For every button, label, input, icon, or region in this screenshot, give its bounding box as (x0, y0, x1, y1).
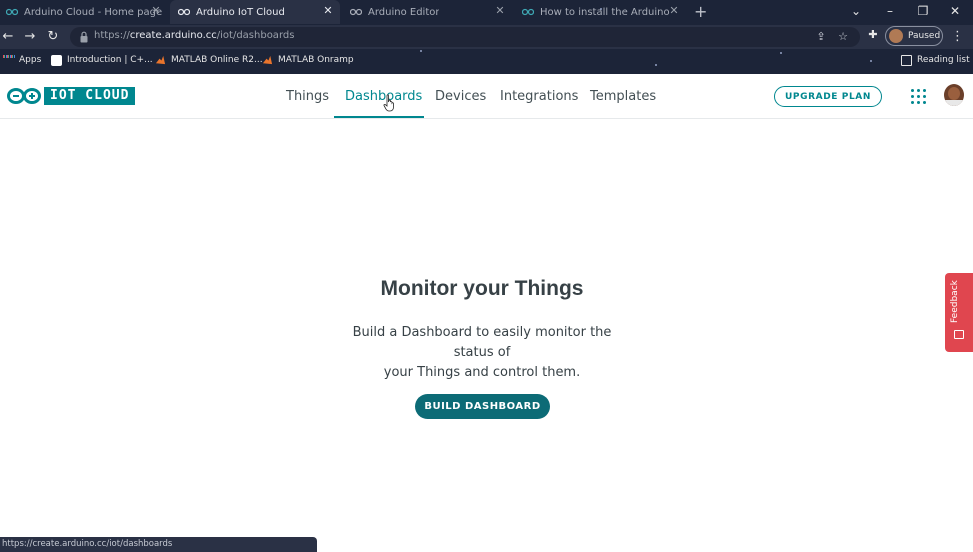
apps-grid-icon (3, 54, 14, 66)
logo-text: IOT CLOUD (44, 87, 136, 105)
bookmark-matlab-onramp[interactable]: MATLAB Onramp (262, 53, 354, 67)
extensions-icon[interactable]: ✚ (866, 28, 880, 42)
address-bar[interactable]: https://create.arduino.cc/iot/dashboards… (70, 27, 860, 47)
bookmark-star-icon[interactable]: ☆ (836, 30, 850, 44)
matlab-icon (262, 55, 273, 64)
restore-icon[interactable]: ❐ (913, 2, 933, 20)
matlab-icon (155, 55, 166, 64)
tab-arduino-iot-cloud[interactable]: Arduino IoT Cloud ✕ (170, 0, 340, 24)
tab-title: How to install the Arduino Creat (540, 6, 670, 18)
status-bar-url: https://create.arduino.cc/iot/dashboards (0, 537, 317, 552)
profile-avatar (889, 29, 903, 43)
upgrade-plan-button[interactable]: UPGRADE PLAN (774, 86, 882, 107)
tab-arduino-install-guide[interactable]: How to install the Arduino Creat ✕ (514, 0, 686, 24)
reading-list-button[interactable]: Reading list (901, 53, 970, 67)
tab-title: Arduino Cloud - Home page (24, 6, 163, 18)
iot-cloud-logo[interactable]: IOT CLOUD (6, 87, 136, 105)
page-title: Monitor your Things (380, 277, 584, 300)
reading-list-icon (901, 54, 912, 66)
close-tab-icon[interactable]: ✕ (494, 5, 506, 17)
nav-integrations[interactable]: Integrations (500, 74, 578, 118)
feedback-icon (954, 330, 964, 339)
share-icon[interactable]: ⇪ (814, 30, 828, 44)
arduino-icon (6, 6, 18, 18)
reload-icon[interactable]: ↻ (45, 29, 61, 45)
feedback-tab[interactable]: Feedback (945, 273, 973, 352)
close-window-icon[interactable]: ✕ (945, 2, 965, 20)
address-bar-row: ← → ↻ https://create.arduino.cc/iot/dash… (0, 25, 973, 49)
url-text: https://create.arduino.cc/iot/dashboards (94, 30, 295, 41)
lock-icon (80, 31, 88, 43)
tab-arduino-editor[interactable]: Arduino Editor ✕ (342, 0, 512, 24)
profile-status: Paused (908, 31, 941, 41)
empty-state-description: Build a Dashboard to easily monitor the … (352, 325, 612, 380)
close-tab-icon[interactable]: ✕ (668, 5, 680, 17)
new-tab-icon[interactable]: + (694, 3, 707, 21)
hand-cursor-icon (383, 94, 394, 112)
arduino-icon (350, 6, 362, 18)
browser-chrome: Arduino Cloud - Home page ✕ Arduino IoT … (0, 0, 973, 74)
bookmark-favicon (51, 54, 62, 66)
tab-strip: Arduino Cloud - Home page ✕ Arduino IoT … (0, 0, 973, 24)
feedback-label: Feedback (950, 280, 960, 323)
bookmark-apps[interactable]: Apps (3, 53, 41, 67)
nav-devices[interactable]: Devices (435, 74, 486, 118)
arduino-icon (178, 6, 190, 18)
tab-title: Arduino Editor (368, 6, 440, 18)
active-tab-indicator (334, 116, 424, 118)
browser-menu-icon[interactable]: ⋮ (951, 29, 964, 45)
forward-icon[interactable]: → (22, 29, 38, 45)
bookmarks-bar: Apps Introduction | C+... MATLAB Online … (0, 49, 973, 72)
nav-things[interactable]: Things (286, 74, 329, 118)
close-tab-icon[interactable]: ✕ (150, 5, 162, 17)
profile-button[interactable]: Paused (885, 26, 943, 46)
nav-templates[interactable]: Templates (590, 74, 656, 118)
user-avatar[interactable] (944, 84, 964, 106)
tab-search-icon[interactable]: ⌄ (846, 2, 866, 20)
app-launcher-icon[interactable] (911, 89, 926, 104)
tab-title: Arduino IoT Cloud (196, 6, 285, 18)
close-tab-icon[interactable]: ✕ (322, 5, 334, 17)
bookmark-introduction[interactable]: Introduction | C+... (51, 53, 153, 67)
build-dashboard-button[interactable]: BUILD DASHBOARD (415, 394, 550, 419)
tab-arduino-cloud-home[interactable]: Arduino Cloud - Home page ✕ (0, 0, 168, 24)
arduino-icon (522, 6, 534, 18)
bookmark-matlab-online[interactable]: MATLAB Online R2... (155, 53, 263, 67)
back-icon[interactable]: ← (0, 29, 16, 45)
arduino-logo-icon (7, 88, 41, 104)
minimize-icon[interactable]: – (880, 2, 900, 20)
